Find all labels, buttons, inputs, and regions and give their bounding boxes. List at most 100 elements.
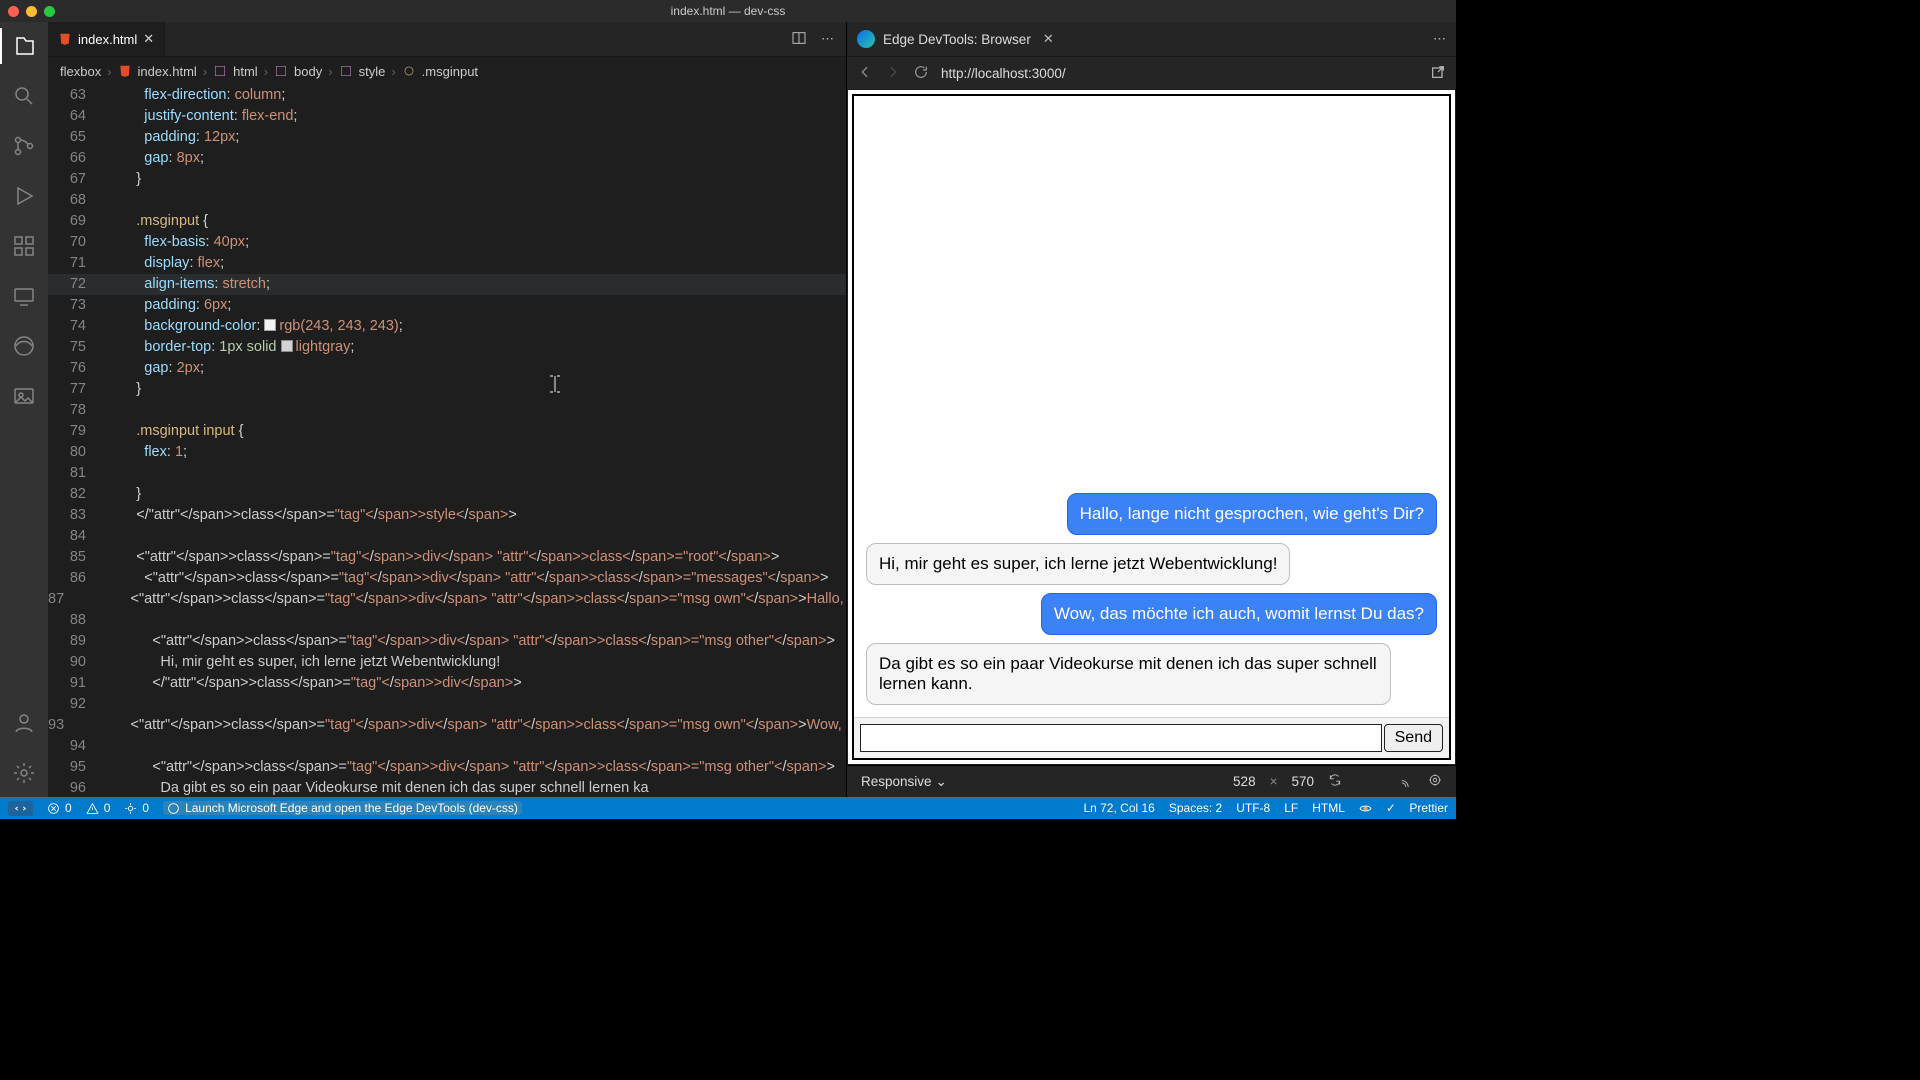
more-actions-icon[interactable]: ⋯ bbox=[821, 31, 834, 47]
live-preview-icon[interactable] bbox=[1359, 802, 1372, 815]
code-line[interactable]: 68 bbox=[48, 190, 846, 211]
code-line[interactable]: 63 flex-direction: column; bbox=[48, 85, 846, 106]
reload-icon[interactable] bbox=[913, 64, 929, 83]
code-line[interactable]: 74 background-color: rgb(243, 243, 243); bbox=[48, 316, 846, 337]
symbol-icon bbox=[402, 64, 416, 78]
inspect-icon[interactable] bbox=[1428, 773, 1442, 790]
code-line[interactable]: 94 bbox=[48, 736, 846, 757]
minimize-window-icon[interactable] bbox=[26, 6, 37, 17]
chat-message: Da gibt es so ein paar Videokurse mit de… bbox=[866, 643, 1391, 705]
code-line[interactable]: 73 padding: 6px; bbox=[48, 295, 846, 316]
maximize-window-icon[interactable] bbox=[44, 6, 55, 17]
close-devtools-icon[interactable]: ✕ bbox=[1043, 31, 1054, 47]
split-editor-icon[interactable] bbox=[791, 30, 807, 49]
crumb-selector[interactable]: .msginput bbox=[422, 64, 478, 79]
code-line[interactable]: 69 .msginput { bbox=[48, 211, 846, 232]
encoding[interactable]: UTF-8 bbox=[1236, 801, 1270, 815]
crumb-style[interactable]: style bbox=[359, 64, 386, 79]
crumb-html[interactable]: html bbox=[233, 64, 258, 79]
window-title: index.html — dev-css bbox=[671, 4, 786, 18]
activity-extensions[interactable] bbox=[0, 228, 48, 264]
url-bar[interactable]: http://localhost:3000/ bbox=[941, 66, 1418, 81]
crumb-body[interactable]: body bbox=[294, 64, 322, 79]
cursor-position[interactable]: Ln 72, Col 16 bbox=[1083, 801, 1154, 815]
code-line[interactable]: 66 gap: 8px; bbox=[48, 148, 846, 169]
crumb-folder[interactable]: flexbox bbox=[60, 64, 101, 79]
activity-search[interactable] bbox=[0, 78, 48, 114]
activity-images[interactable] bbox=[0, 378, 48, 414]
close-tab-icon[interactable]: ✕ bbox=[143, 31, 154, 47]
devtools-footer: Responsive ⌄ 528 × 570 bbox=[847, 765, 1456, 797]
code-line[interactable]: 79 .msginput input { bbox=[48, 421, 846, 442]
code-line[interactable]: 75 border-top: 1px solid lightgray; bbox=[48, 337, 846, 358]
code-line[interactable]: 89 <"attr"</span>>class</span>="tag"</sp… bbox=[48, 631, 846, 652]
remote-indicator[interactable] bbox=[8, 801, 33, 816]
code-line[interactable]: 65 padding: 12px; bbox=[48, 127, 846, 148]
devtools-more-icon[interactable]: ⋯ bbox=[1433, 31, 1446, 47]
chevron-down-icon: ⌄ bbox=[936, 774, 947, 790]
activity-run-debug[interactable] bbox=[0, 178, 48, 214]
eol[interactable]: LF bbox=[1284, 801, 1298, 815]
code-line[interactable]: 78 bbox=[48, 400, 846, 421]
code-line[interactable]: 95 <"attr"</span>>class</span>="tag"</sp… bbox=[48, 757, 846, 778]
screencast-icon[interactable] bbox=[1400, 773, 1414, 790]
code-line[interactable]: 67 } bbox=[48, 169, 846, 190]
html-file-icon bbox=[58, 32, 72, 46]
viewport-height[interactable]: 570 bbox=[1291, 774, 1314, 789]
activity-edge-tools[interactable] bbox=[0, 328, 48, 364]
code-line[interactable]: 83 </"attr"</span>>class</span>="tag"</s… bbox=[48, 505, 846, 526]
code-line[interactable]: 91 </"attr"</span>>class</span>="tag"</s… bbox=[48, 673, 846, 694]
ports-status[interactable]: 0 bbox=[124, 801, 149, 815]
code-line[interactable]: 85 <"attr"</span>>class</span>="tag"</sp… bbox=[48, 547, 846, 568]
code-line[interactable]: 88 bbox=[48, 610, 846, 631]
problems-errors[interactable]: 0 bbox=[47, 801, 72, 815]
code-line[interactable]: 80 flex: 1; bbox=[48, 442, 846, 463]
devtools-title: Edge DevTools: Browser bbox=[883, 32, 1031, 47]
code-line[interactable]: 86 <"attr"</span>>class</span>="tag"</sp… bbox=[48, 568, 846, 589]
language-mode[interactable]: HTML bbox=[1312, 801, 1345, 815]
rotate-icon[interactable] bbox=[1328, 773, 1342, 790]
tab-index-html[interactable]: index.html ✕ bbox=[48, 22, 165, 56]
symbol-icon bbox=[274, 64, 288, 78]
crumb-file[interactable]: index.html bbox=[138, 64, 197, 79]
code-line[interactable]: 76 gap: 2px; bbox=[48, 358, 846, 379]
activity-settings[interactable] bbox=[0, 755, 48, 791]
activity-remote[interactable] bbox=[0, 278, 48, 314]
close-window-icon[interactable] bbox=[8, 6, 19, 17]
back-icon[interactable] bbox=[857, 64, 873, 83]
code-line[interactable]: 93 <"attr"</span>>class</span>="tag"</sp… bbox=[48, 715, 846, 736]
code-editor[interactable]: 63 flex-direction: column;64 justify-con… bbox=[48, 85, 846, 797]
prettier-status[interactable]: ✓ Prettier bbox=[1386, 801, 1448, 815]
forward-icon[interactable] bbox=[885, 64, 901, 83]
code-line[interactable]: 64 justify-content: flex-end; bbox=[48, 106, 846, 127]
activity-bar bbox=[0, 22, 48, 797]
open-external-icon[interactable] bbox=[1430, 64, 1446, 83]
code-line[interactable]: 72 align-items: stretch; bbox=[48, 274, 846, 295]
send-button[interactable]: Send bbox=[1384, 724, 1443, 752]
code-line[interactable]: 92 bbox=[48, 694, 846, 715]
dimension-sep: × bbox=[1270, 774, 1278, 789]
activity-source-control[interactable] bbox=[0, 128, 48, 164]
breadcrumb[interactable]: flexbox› index.html› html› body› style› … bbox=[48, 57, 846, 85]
code-line[interactable]: 82 } bbox=[48, 484, 846, 505]
messages-pane: Hallo, lange nicht gesprochen, wie geht'… bbox=[854, 96, 1449, 717]
code-line[interactable]: 84 bbox=[48, 526, 846, 547]
code-line[interactable]: 90 Hi, mir geht es super, ich lerne jetz… bbox=[48, 652, 846, 673]
launch-task[interactable]: Launch Microsoft Edge and open the Edge … bbox=[163, 801, 522, 815]
code-line[interactable]: 87 <"attr"</span>>class</span>="tag"</sp… bbox=[48, 589, 846, 610]
activity-account[interactable] bbox=[0, 705, 48, 741]
message-input[interactable] bbox=[860, 724, 1382, 752]
code-line[interactable]: 71 display: flex; bbox=[48, 253, 846, 274]
viewport-width[interactable]: 528 bbox=[1233, 774, 1256, 789]
indent-spaces[interactable]: Spaces: 2 bbox=[1169, 801, 1222, 815]
code-line[interactable]: 77 } bbox=[48, 379, 846, 400]
problems-warnings[interactable]: 0 bbox=[86, 801, 111, 815]
code-line[interactable]: 81 bbox=[48, 463, 846, 484]
code-line[interactable]: 70 flex-basis: 40px; bbox=[48, 232, 846, 253]
activity-explorer[interactable] bbox=[0, 28, 48, 64]
responsive-mode[interactable]: Responsive ⌄ bbox=[861, 774, 947, 790]
tab-label: index.html bbox=[78, 32, 137, 47]
message-input-row: Send bbox=[854, 717, 1449, 758]
code-line[interactable]: 96 Da gibt es so ein paar Videokurse mit… bbox=[48, 778, 846, 797]
chat-message: Hi, mir geht es super, ich lerne jetzt W… bbox=[866, 543, 1290, 585]
